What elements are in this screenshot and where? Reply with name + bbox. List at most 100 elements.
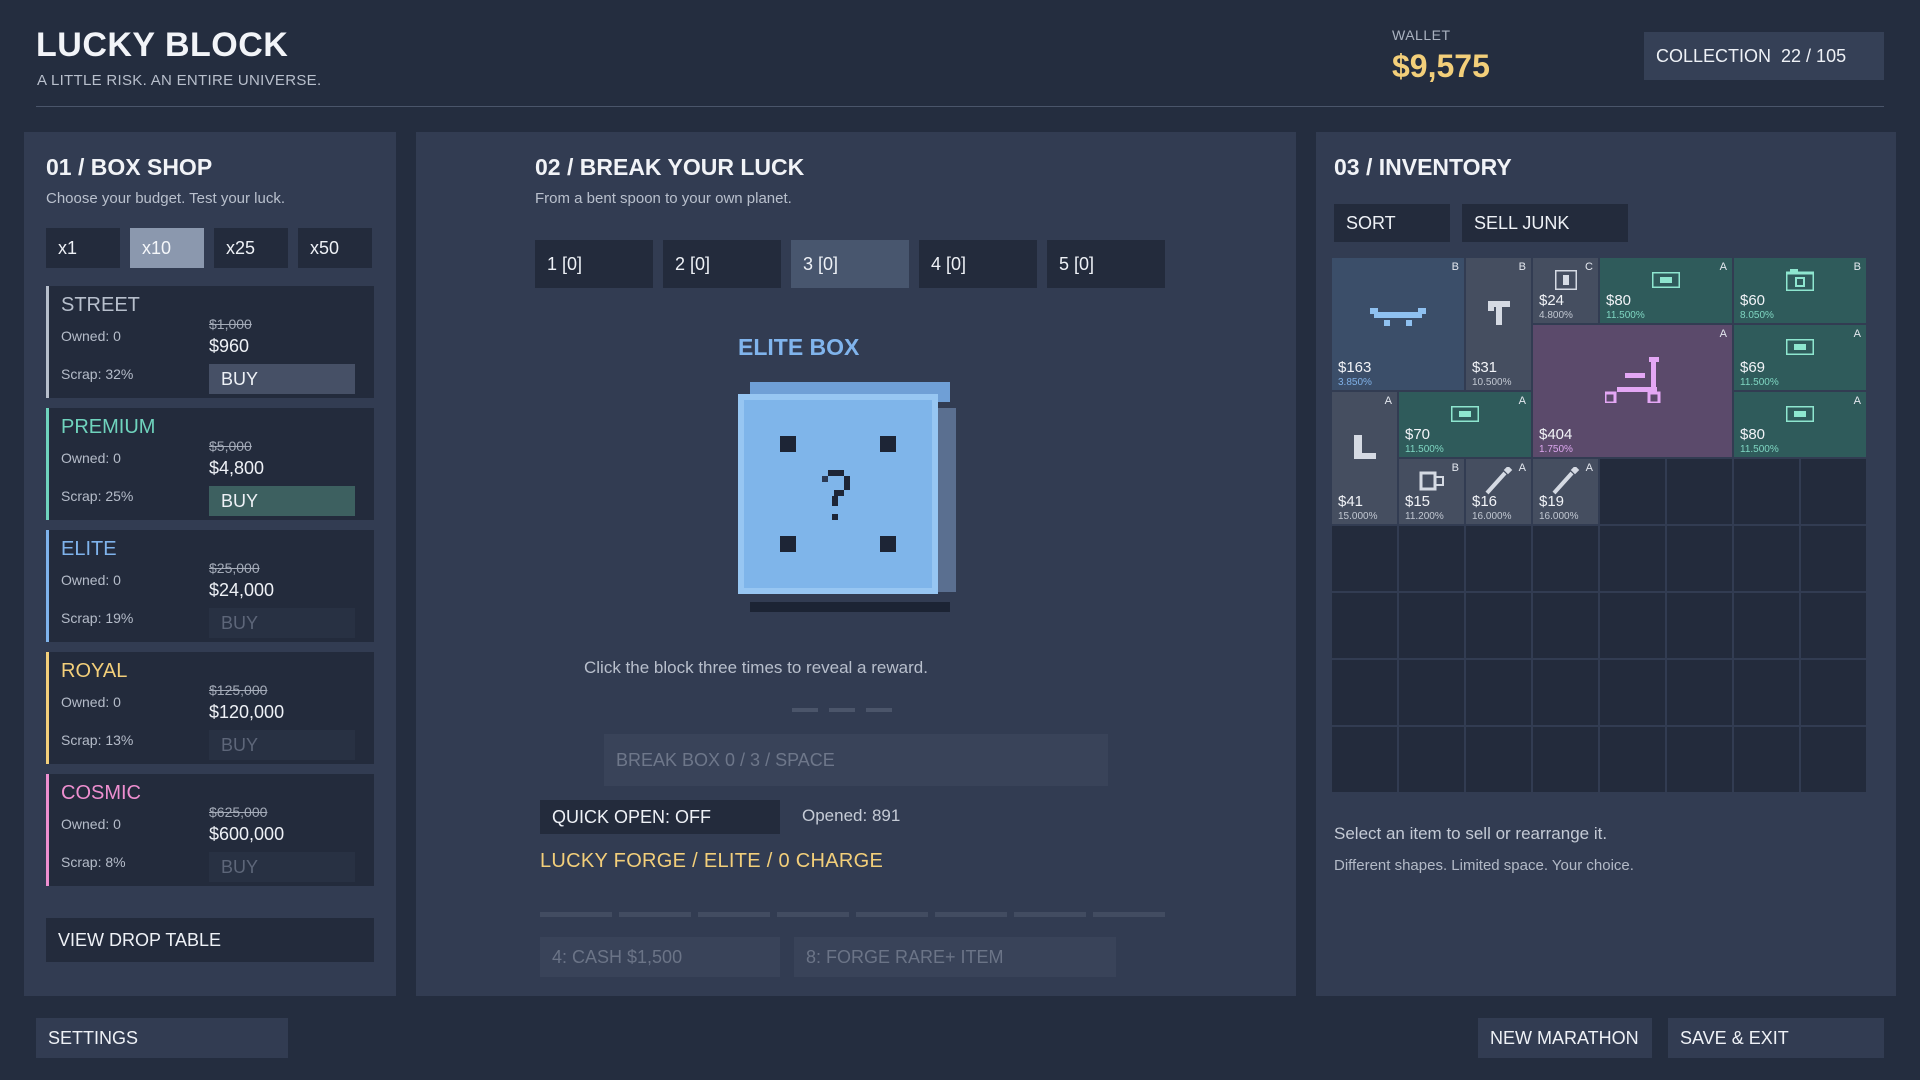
inventory-cell[interactable] <box>1600 526 1665 591</box>
multiplier-x10[interactable]: x10 <box>130 228 204 268</box>
forge-charge-segment <box>540 912 612 917</box>
box-slot-5[interactable]: 5 [0] <box>1047 240 1165 288</box>
inventory-item[interactable]: B $31 10.500% <box>1466 258 1531 390</box>
box-slot-3[interactable]: 3 [0] <box>791 240 909 288</box>
break-box-button[interactable]: BREAK BOX 0 / 3 / SPACE <box>604 734 1108 786</box>
multiplier-x25[interactable]: x25 <box>214 228 288 268</box>
inventory-item[interactable]: C $24 4.800% <box>1533 258 1598 323</box>
break-title: 02 / BREAK YOUR LUCK <box>535 154 805 180</box>
rarity-bar <box>46 774 49 886</box>
inventory-grid[interactable]: B $163 3.850% B $31 10.500% C $24 4.800% A $80 11.5… <box>1332 258 1868 794</box>
inventory-cell[interactable] <box>1734 526 1799 591</box>
inventory-cell[interactable] <box>1600 660 1665 725</box>
forge-cash-button[interactable]: 4: CASH $1,500 <box>540 937 780 977</box>
inventory-cell[interactable] <box>1399 727 1464 792</box>
inventory-cell[interactable] <box>1801 459 1866 524</box>
box-slot-2[interactable]: 2 [0] <box>663 240 781 288</box>
banknote-icon <box>1786 339 1814 355</box>
inventory-cell[interactable] <box>1332 526 1397 591</box>
inventory-item[interactable]: B $163 3.850% <box>1332 258 1464 390</box>
inventory-cell[interactable] <box>1667 660 1732 725</box>
inventory-cell[interactable] <box>1600 593 1665 658</box>
multiplier-x50[interactable]: x50 <box>298 228 372 268</box>
inventory-cell[interactable] <box>1801 526 1866 591</box>
inventory-hint: Select an item to sell or rearrange it. <box>1334 824 1608 843</box>
inventory-cell[interactable] <box>1734 727 1799 792</box>
box-card-street: STREET Owned: 0 Scrap: 32% $1,000 $960 BUY <box>46 286 374 398</box>
item-price: $15 <box>1405 493 1431 510</box>
inventory-cell[interactable] <box>1533 526 1598 591</box>
buy-button[interactable]: BUY <box>209 852 355 882</box>
collection-button[interactable]: COLLECTION 22 / 105 <box>1644 32 1884 80</box>
quick-open-toggle[interactable]: QUICK OPEN: OFF <box>540 800 780 834</box>
price: $960 <box>209 336 250 356</box>
item-price: $404 <box>1539 426 1573 443</box>
inventory-cell[interactable] <box>1399 526 1464 591</box>
lucky-block[interactable] <box>736 380 960 612</box>
inventory-cell[interactable] <box>1466 727 1531 792</box>
opened-count: Opened: 891 <box>802 806 901 825</box>
buy-button[interactable]: BUY <box>209 608 355 638</box>
item-grade: A <box>1384 395 1392 407</box>
inventory-item[interactable]: A $41 15.000% <box>1332 392 1397 524</box>
inventory-cell[interactable] <box>1667 526 1732 591</box>
banknote-icon <box>1786 406 1814 422</box>
inventory-cell[interactable] <box>1600 459 1665 524</box>
save-exit-button[interactable]: SAVE & EXIT <box>1668 1018 1884 1058</box>
inventory-cell[interactable] <box>1466 593 1531 658</box>
rarity-bar <box>46 530 49 642</box>
inventory-cell[interactable] <box>1600 727 1665 792</box>
buy-button[interactable]: BUY <box>209 364 355 394</box>
box-shop-title: 01 / BOX SHOP <box>46 154 213 180</box>
buy-button[interactable]: BUY <box>209 486 355 516</box>
box-slot-4[interactable]: 4 [0] <box>919 240 1037 288</box>
item-grade: B <box>1451 261 1459 273</box>
inventory-cell[interactable] <box>1734 459 1799 524</box>
inventory-item[interactable]: A $404 1.750% <box>1533 325 1732 457</box>
inventory-item[interactable]: A $80 11.500% <box>1734 392 1866 457</box>
inventory-cell[interactable] <box>1734 660 1799 725</box>
box-name: STREET <box>61 294 140 316</box>
inventory-item[interactable]: A $69 11.500% <box>1734 325 1866 390</box>
inventory-cell[interactable] <box>1332 660 1397 725</box>
item-price: $16 <box>1472 493 1498 510</box>
inventory-cell[interactable] <box>1801 660 1866 725</box>
inventory-item[interactable]: A $80 11.500% <box>1600 258 1732 323</box>
sort-button[interactable]: SORT <box>1334 204 1450 242</box>
item-price: $70 <box>1405 426 1431 443</box>
inventory-cell[interactable] <box>1399 660 1464 725</box>
inventory-item[interactable]: A $16 16.000% <box>1466 459 1531 524</box>
inventory-cell[interactable] <box>1667 593 1732 658</box>
owned-count: Owned: 0 <box>61 694 121 710</box>
inventory-item[interactable]: B $15 11.200% <box>1399 459 1464 524</box>
sell-junk-button[interactable]: SELL JUNK <box>1462 204 1628 242</box>
inventory-cell[interactable] <box>1667 727 1732 792</box>
inventory-cell[interactable] <box>1734 593 1799 658</box>
view-drop-table-button[interactable]: VIEW DROP TABLE <box>46 918 374 962</box>
inventory-cell[interactable] <box>1466 526 1531 591</box>
item-rate: 16.000% <box>1472 511 1512 522</box>
inventory-item[interactable]: B $60 8.050% <box>1734 258 1866 323</box>
inventory-cell[interactable] <box>1466 660 1531 725</box>
buy-button[interactable]: BUY <box>209 730 355 760</box>
inventory-item[interactable]: A $19 16.000% <box>1533 459 1598 524</box>
box-card-royal: ROYAL Owned: 0 Scrap: 13% $125,000 $120,000 B… <box>46 652 374 764</box>
forge-charge-segment <box>935 912 1007 917</box>
inventory-cell[interactable] <box>1533 727 1598 792</box>
multiplier-x1[interactable]: x1 <box>46 228 120 268</box>
inventory-item[interactable]: A $70 11.500% <box>1399 392 1531 457</box>
inventory-cell[interactable] <box>1332 593 1397 658</box>
inventory-cell[interactable] <box>1801 727 1866 792</box>
new-marathon-button[interactable]: NEW MARATHON <box>1478 1018 1652 1058</box>
inventory-cell[interactable] <box>1332 727 1397 792</box>
forge-rare-item-button[interactable]: 8: FORGE RARE+ ITEM <box>794 937 1116 977</box>
inventory-cell[interactable] <box>1533 593 1598 658</box>
scrap-rate: Scrap: 13% <box>61 732 134 748</box>
box-slot-1[interactable]: 1 [0] <box>535 240 653 288</box>
inventory-cell[interactable] <box>1533 660 1598 725</box>
settings-button[interactable]: SETTINGS <box>36 1018 288 1058</box>
inventory-cell[interactable] <box>1801 593 1866 658</box>
rarity-bar <box>46 408 49 520</box>
inventory-cell[interactable] <box>1399 593 1464 658</box>
inventory-cell[interactable] <box>1667 459 1732 524</box>
